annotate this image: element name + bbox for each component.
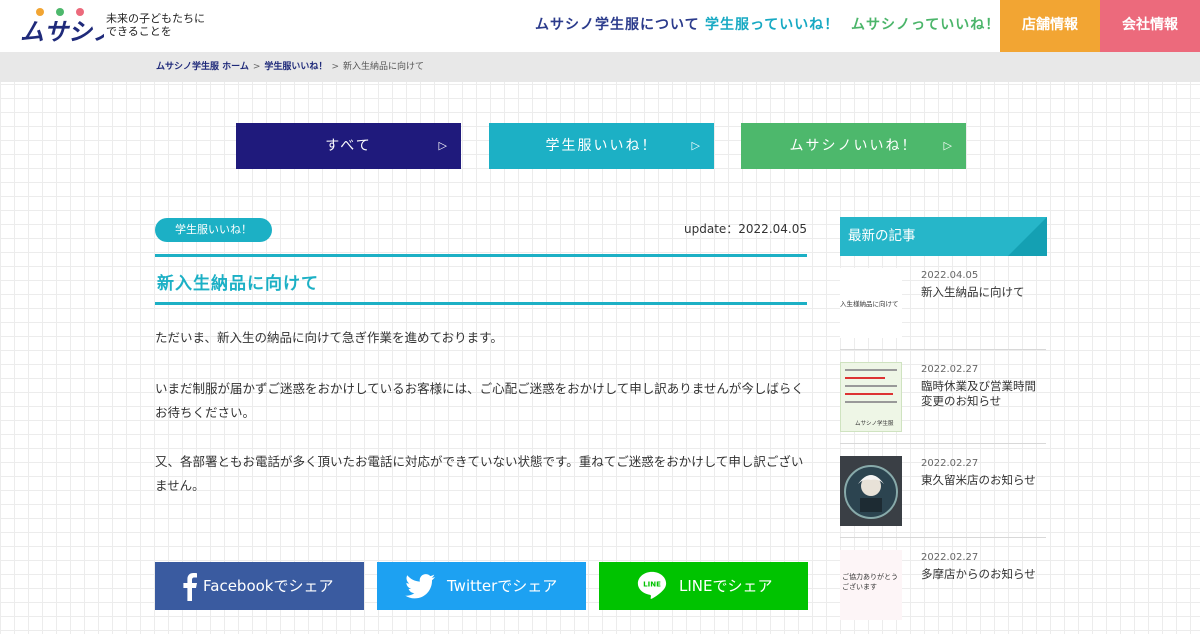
logo-tagline: 未来の子どもたちに できることを <box>106 12 205 38</box>
sidebar-heading-label: 最新の記事 <box>848 228 916 244</box>
nav-company-info-button[interactable]: 会社情報 <box>1100 0 1200 52</box>
breadcrumb-home[interactable]: ムサシノ学生服 ホーム <box>156 62 249 72</box>
notice-text-lines-icon <box>845 385 897 387</box>
breadcrumb-separator: > <box>331 62 339 72</box>
sidebar-article-item[interactable]: ムサシノ学生服 2022.02.27 臨時休業及び営業時間変更のお知らせ <box>840 350 1046 444</box>
breadcrumb: ムサシノ学生服 ホーム > 学生服いいね！ > 新入生納品に向けて <box>0 52 1200 82</box>
nav-uniform[interactable]: 学生服っていいね！ <box>705 0 839 52</box>
share-line-label: LINEでシェア <box>679 577 773 595</box>
character-badge-icon <box>844 465 898 519</box>
logo-wordmark: ムサシノ <box>20 18 104 46</box>
category-uniform-button[interactable]: 学生服いいね！ ▷ <box>489 123 714 169</box>
article-thumbnail: ご協力ありがとうございます <box>840 550 902 620</box>
thumbnail-caption: 入生様納品に向けて <box>840 300 899 308</box>
share-line-button[interactable]: LINE LINEでシェア <box>599 562 808 610</box>
notice-text-lines-icon <box>845 393 893 395</box>
article-thumbnail: 入生様納品に向けて <box>840 268 902 338</box>
sidebar-article-item[interactable]: 2022.02.27 東久留米店のお知らせ <box>840 444 1046 538</box>
article-category-tag[interactable]: 学生服いいね！ <box>155 218 272 242</box>
category-all-button[interactable]: すべて ▷ <box>236 123 461 169</box>
sidebar-heading: 最新の記事 <box>840 217 1047 256</box>
notice-text-lines-icon <box>845 401 897 403</box>
breadcrumb-separator: > <box>252 62 261 72</box>
category-musashino-button[interactable]: ムサシノいいね！ ▷ <box>741 123 966 169</box>
thumbnail-caption: ムサシノ学生服 <box>855 421 894 427</box>
article-thumbnail: ムサシノ学生服 <box>840 362 902 432</box>
share-twitter-button[interactable]: Twitterでシェア <box>377 562 586 610</box>
article-thumbnail <box>840 456 902 526</box>
sidebar-article-item[interactable]: 入生様納品に向けて 2022.04.05 新入生納品に向けて <box>840 256 1046 350</box>
facebook-icon <box>183 573 197 601</box>
breadcrumb-current: 新入生納品に向けて <box>342 62 424 72</box>
article-update-date: update：2022.04.05 <box>684 222 807 236</box>
line-app-icon: LINE <box>637 571 667 599</box>
thumbnail-caption: ご協力ありがとうございます <box>842 573 898 591</box>
nav-shop-info-button[interactable]: 店舗情報 <box>1000 0 1100 52</box>
site-header: ムサシノ 未来の子どもたちに できることを ムサシノ学生服について 学生服ってい… <box>0 0 1200 52</box>
line-icon-text: LINE <box>643 579 661 588</box>
article-date: 2022.04.05 <box>921 270 979 281</box>
article-paragraph: いまだ制服が届かずご迷惑をおかけしているお客様には、ご心配ご迷惑をおかけして申し… <box>155 381 804 420</box>
nav-musashino[interactable]: ムサシノっていいね！ <box>851 0 1000 52</box>
article-date: 2022.02.27 <box>921 364 979 375</box>
share-twitter-label: Twitterでシェア <box>447 577 558 595</box>
corner-triangle-icon <box>1008 217 1047 256</box>
share-facebook-button[interactable]: Facebookでシェア <box>155 562 364 610</box>
article-paragraph: 又、各部署ともお電話が多く頂いたお電話に対応ができていない状態です。重ねてご迷惑… <box>155 454 804 493</box>
article-link-title: 新入生納品に向けて <box>921 285 1025 299</box>
article-paragraph: ただいま、新入生の納品に向けて急ぎ作業を進めております。 <box>155 330 503 345</box>
article-link-title: 多摩店からのお知らせ <box>921 567 1036 581</box>
category-all-label: すべて <box>325 138 372 154</box>
site-logo[interactable]: ムサシノ 未来の子どもたちに できることを <box>18 6 208 46</box>
article-title: 新入生納品に向けて <box>157 274 319 294</box>
article-link-title: 東久留米店のお知らせ <box>921 473 1036 487</box>
category-uniform-label: 学生服いいね！ <box>545 138 658 154</box>
share-facebook-label: Facebookでシェア <box>203 577 334 595</box>
breadcrumb-category[interactable]: 学生服いいね！ <box>264 62 327 72</box>
play-arrow-icon: ▷ <box>438 139 449 152</box>
article-date: 2022.02.27 <box>921 552 979 563</box>
notice-text-lines-icon <box>845 377 885 379</box>
sidebar-article-item[interactable]: ご協力ありがとうございます 2022.02.27 多摩店からのお知らせ <box>840 538 1046 632</box>
article-date: 2022.02.27 <box>921 458 979 469</box>
nav-about[interactable]: ムサシノ学生服について <box>535 0 700 52</box>
logo-tagline-line2: できることを <box>106 25 172 38</box>
logo-mark-icon: ムサシノ <box>20 8 104 46</box>
notice-text-lines-icon <box>845 369 897 371</box>
article-link-title: 臨時休業及び営業時間変更のお知らせ <box>921 379 1036 408</box>
play-arrow-icon: ▷ <box>943 139 954 152</box>
logo-tagline-line1: 未来の子どもたちに <box>106 12 205 25</box>
twitter-bird-icon <box>405 574 435 599</box>
category-musashino-label: ムサシノいいね！ <box>789 138 918 154</box>
play-arrow-icon: ▷ <box>691 139 702 152</box>
article-title-box: 新入生納品に向けて <box>155 254 807 305</box>
